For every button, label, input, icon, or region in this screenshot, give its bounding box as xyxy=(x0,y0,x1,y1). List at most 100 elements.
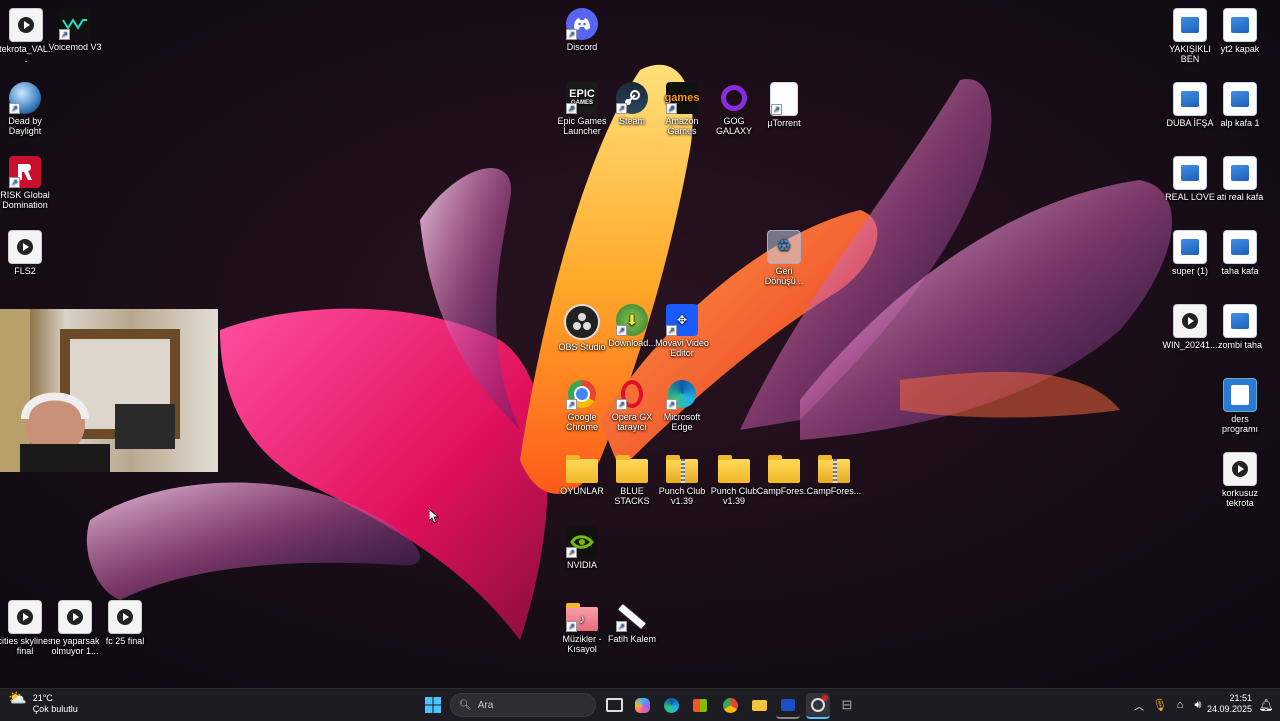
taskbar-store[interactable] xyxy=(688,693,712,717)
desktop-icon-discord[interactable]: ↗ Discord xyxy=(554,8,610,52)
desktop-icon-blue-stacks-folder[interactable]: BLUE STACKS xyxy=(604,452,660,506)
taskbar-copilot[interactable] xyxy=(630,693,654,717)
desktop-icon-dead-by-daylight[interactable]: ↗ Dead by Daylight xyxy=(0,82,53,136)
desktop-icon-taha-kafa[interactable]: taha kafa xyxy=(1212,230,1268,276)
start-button[interactable] xyxy=(421,693,445,717)
shortcut-arrow-icon: ↗ xyxy=(666,325,677,336)
desktop-icon-real-love[interactable]: REAL LOVE xyxy=(1162,156,1218,202)
desktop-icon-campforest-folder[interactable]: CampFores... xyxy=(756,452,812,496)
epic-games-icon: EPIC GAMES ↗ xyxy=(566,82,598,114)
desktop-icon-tekrota-val[interactable]: tekrota_VAL... xyxy=(0,8,54,64)
desktop-icon-yakisikli-ben[interactable]: YAKIŞIKLI BEN xyxy=(1162,8,1218,64)
video-file-icon xyxy=(8,230,42,264)
icon-label: tekrota_VAL... xyxy=(0,44,53,64)
icon-label: zombi taha xyxy=(1217,340,1263,350)
desktop-icon-risk[interactable]: ↗ RISK Global Domination xyxy=(0,156,53,210)
desktop-icon-fls2[interactable]: FLS2 xyxy=(0,230,53,276)
desktop-icon-ne-yaparsak[interactable]: ne yaparsak olmuyor 1... xyxy=(47,600,103,656)
task-view-button[interactable] xyxy=(602,693,626,717)
shortcut-arrow-icon: ↗ xyxy=(9,103,20,114)
icon-label: Steam xyxy=(618,116,645,126)
microphone-icon: 🎙︎ xyxy=(1152,698,1168,712)
taskbar-gamepad[interactable]: ⊟ xyxy=(835,693,859,717)
edge-icon xyxy=(663,697,679,713)
desktop-icon-voicemod[interactable]: ↗ Voicemod V3 xyxy=(47,8,103,52)
video-file-icon xyxy=(58,600,92,634)
taskbar-screen-app[interactable] xyxy=(776,693,800,719)
windows-logo-icon xyxy=(425,697,441,713)
voicemod-icon: ↗ xyxy=(59,8,91,40)
video-file-icon xyxy=(108,600,142,634)
desktop-icon-nvidia[interactable]: ↗ NVIDIA xyxy=(554,526,610,570)
desktop-icon-google-chrome[interactable]: ↗ Google Chrome xyxy=(554,378,610,432)
icon-label: alp kafa 1 xyxy=(1220,118,1260,128)
desktop-icon-alp-kafa[interactable]: alp kafa 1 xyxy=(1212,82,1268,128)
folder-icon xyxy=(768,452,800,484)
dead-by-daylight-icon: ↗ xyxy=(9,82,41,114)
edge-icon: ↗ xyxy=(666,378,698,410)
shortcut-arrow-icon: ↗ xyxy=(616,399,627,410)
taskbar-search-box[interactable]: 🔍︎ Ara xyxy=(450,693,596,717)
task-view-icon xyxy=(605,698,623,712)
image-file-icon xyxy=(1173,82,1207,116)
mouse-cursor-icon xyxy=(429,509,439,524)
desktop-icon-steam[interactable]: ↗ Steam xyxy=(604,82,660,126)
shortcut-arrow-icon: ↗ xyxy=(616,103,627,114)
desktop-icon-korkusuz-tekrota[interactable]: korkusuz tekrota xyxy=(1212,452,1268,508)
desktop-icon-download[interactable]: ⬇ ↗ Download... xyxy=(604,304,660,348)
weather-widget[interactable]: ⛅ 21°C Çok bulutlu xyxy=(8,691,78,715)
weather-temperature: 21°C xyxy=(32,693,53,703)
folder-icon xyxy=(566,452,598,484)
desktop-icon-amazon-games[interactable]: games ↗ Amazon Games xyxy=(654,82,710,136)
taskbar-clock[interactable]: 21:51 24.09.2025 xyxy=(1207,693,1252,715)
video-file-icon xyxy=(1223,452,1257,486)
desktop-icon-cities-skylines[interactable]: cities skylines final xyxy=(0,600,53,656)
desktop-icon-movavi[interactable]: ✥ ↗ Movavi Video Editor xyxy=(654,304,710,358)
shortcut-arrow-icon: ↗ xyxy=(566,547,577,558)
shortcut-arrow-icon: ↗ xyxy=(566,399,577,410)
desktop-icon-win-2024[interactable]: WIN_20241... xyxy=(1162,304,1218,350)
desktop-icon-yt2-kapak[interactable]: yt2 kapak xyxy=(1212,8,1268,54)
store-icon xyxy=(693,698,707,712)
image-file-icon xyxy=(1223,304,1257,338)
taskbar-edge[interactable] xyxy=(659,693,683,717)
desktop-icon-opera-gx[interactable]: ↗ Opera GX tarayıcı xyxy=(604,378,660,432)
desktop-icon-super[interactable]: super (1) xyxy=(1162,230,1218,276)
desktop-icon-recycle-bin[interactable]: ♻ Geri Dönüşü... xyxy=(756,230,812,286)
taskbar-chrome[interactable] xyxy=(718,693,742,717)
desktop-icon-obs-studio[interactable]: OBS Studio xyxy=(554,304,610,352)
taskbar-file-explorer[interactable] xyxy=(747,693,771,717)
desktop-icon-fatih-kalem[interactable]: ↗ Fatih Kalem xyxy=(604,600,660,644)
notifications-button[interactable]: 🔔︎ xyxy=(1254,693,1278,717)
icon-label: Voicemod V3 xyxy=(48,42,102,52)
risk-icon: ↗ xyxy=(9,156,41,188)
taskbar-obs[interactable] xyxy=(806,693,830,719)
desktop-icon-zombi-taha[interactable]: zombi taha xyxy=(1212,304,1268,350)
clock-time: 21:51 xyxy=(1229,693,1252,703)
desktop-icon-utorrent[interactable]: ↗ µTorrent xyxy=(756,82,812,128)
desktop-icon-epic-games[interactable]: EPIC GAMES ↗ Epic Games Launcher xyxy=(554,82,610,136)
desktop-icon-muzikler[interactable]: ♪ ↗ Müzikler - Kısayol xyxy=(554,600,610,654)
desktop-icon-punch-club-zip[interactable]: Punch Club v1.39 xyxy=(654,452,710,506)
icon-label: BLUE STACKS xyxy=(614,486,650,506)
icon-label: Movavi Video Editor xyxy=(655,338,709,358)
icon-label: NVIDIA xyxy=(566,560,597,570)
folder-icon xyxy=(718,452,750,484)
desktop-icon-duba-ifsa[interactable]: DUBA İFŞA xyxy=(1162,82,1218,128)
desktop-icon-microsoft-edge[interactable]: ↗ Microsoft Edge xyxy=(654,378,710,432)
desktop-icon-fc25-final[interactable]: fc 25 final xyxy=(97,600,153,646)
video-file-icon xyxy=(1173,304,1207,338)
discord-icon: ↗ xyxy=(566,8,598,40)
icon-label: Download... xyxy=(608,338,656,348)
image-file-icon xyxy=(1173,8,1207,42)
shortcut-arrow-icon: ↗ xyxy=(616,621,627,632)
desktop-icon-gog-galaxy[interactable]: GOG GALAXY xyxy=(706,82,762,136)
desktop-icon-campforest-zip[interactable]: CampFores... xyxy=(806,452,862,496)
desktop-icon-punch-club-folder[interactable]: Punch Club v1.39 xyxy=(706,452,762,506)
desktop-icon-oyunlar-folder[interactable]: OYUNLAR xyxy=(554,452,610,496)
icon-label: Microsoft Edge xyxy=(663,412,701,432)
chevron-up-icon: ︿ xyxy=(1134,701,1144,713)
desktop-icon-ati-real-kafa[interactable]: ati real kafa xyxy=(1212,156,1268,202)
desktop-icon-ders-programi[interactable]: ders programı xyxy=(1212,378,1268,434)
image-file-icon xyxy=(1223,230,1257,264)
